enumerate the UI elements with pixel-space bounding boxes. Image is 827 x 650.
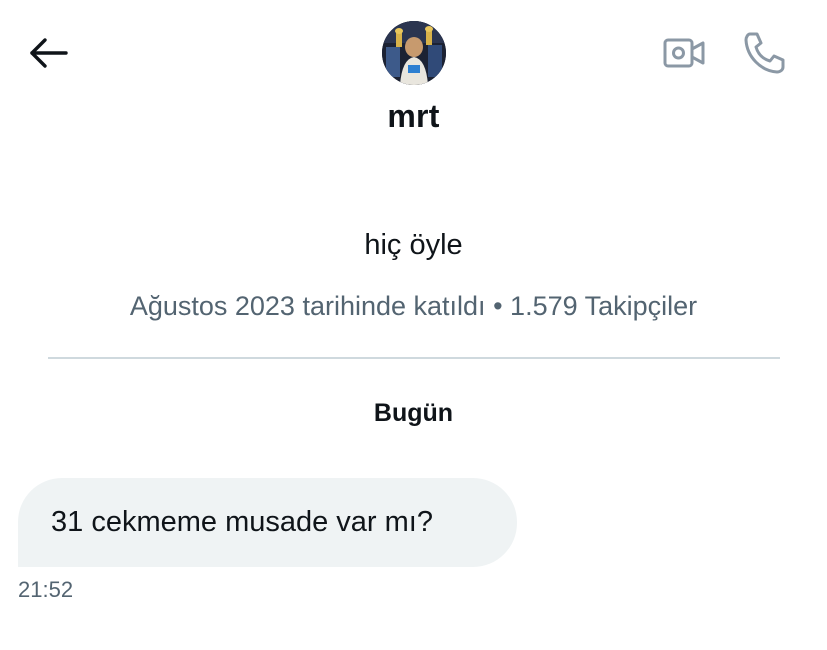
- back-button[interactable]: [26, 34, 72, 72]
- message-timestamp: 21:52: [18, 577, 74, 602]
- profile-bio: hiç öyle: [364, 229, 463, 261]
- contact-name[interactable]: mrt: [0, 98, 827, 135]
- day-label: Bugün: [373, 399, 454, 427]
- profile-meta: Ağustos 2023 tarihinde katıldı • 1.579 T…: [0, 291, 827, 322]
- meta-separator: •: [493, 291, 503, 321]
- followers-count[interactable]: 1.579 Takipçiler: [510, 291, 697, 321]
- voice-call-button[interactable]: [740, 30, 788, 76]
- message-bubble[interactable]: 31 cekmeme musade var mı?: [18, 478, 517, 567]
- phone-icon: [744, 32, 785, 74]
- video-call-button[interactable]: [660, 34, 708, 72]
- video-camera-icon: [663, 38, 705, 68]
- message-text: 31 cekmeme musade var mı?: [51, 506, 433, 538]
- avatar[interactable]: [382, 21, 446, 85]
- profile-photo: [382, 21, 446, 85]
- divider: [48, 357, 780, 359]
- arrow-left-icon: [30, 38, 68, 68]
- joined-date: Ağustos 2023 tarihinde katıldı: [129, 291, 486, 321]
